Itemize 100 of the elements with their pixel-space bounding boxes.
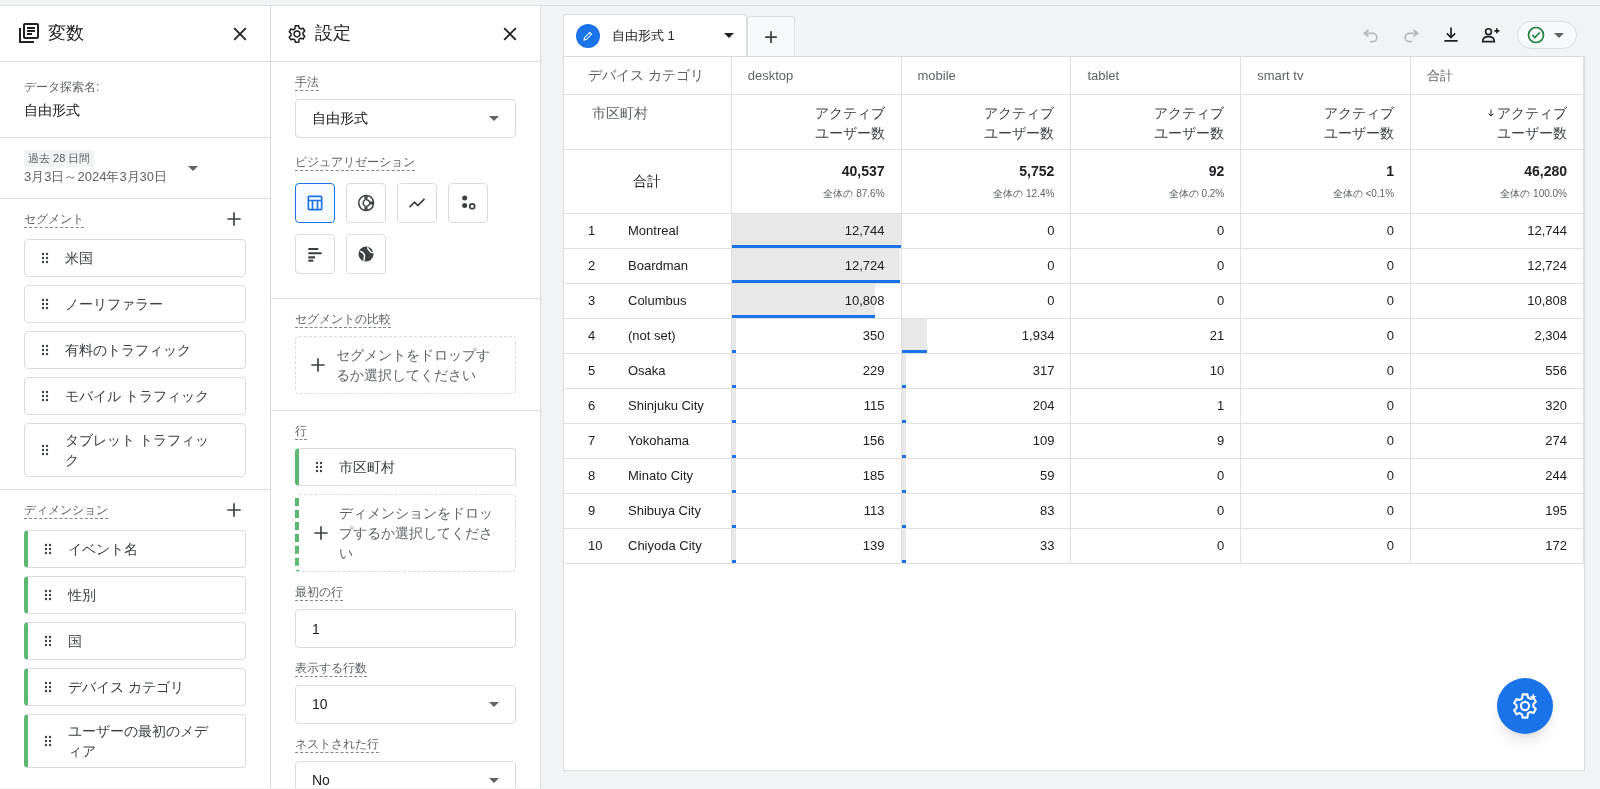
table-icon: [305, 193, 325, 213]
table-cell-text: 0: [1216, 291, 1226, 310]
table-cell: 2,304: [1410, 318, 1584, 353]
chip[interactable]: 米国: [24, 239, 246, 277]
table-cell-text: 33: [1038, 536, 1056, 555]
metric-header[interactable]: アクティブユーザー数: [1410, 94, 1584, 149]
drop-zone[interactable]: ディメンションをドロップするか選択してください: [295, 494, 516, 572]
dropdown-caret-icon: [489, 702, 499, 707]
table-cell-text: Shinjuku City: [628, 396, 704, 415]
chip[interactable]: ノーリファラー: [24, 285, 246, 323]
panel-title: 変数: [48, 22, 85, 45]
date-range-picker[interactable]: 過去 28 日間 3月3日～2024年3月30日: [0, 138, 270, 199]
dropdown[interactable]: No: [295, 761, 516, 788]
column-header: smart tv: [1240, 57, 1411, 94]
section-label: 手法: [295, 74, 319, 91]
total-value: 46,280: [1523, 162, 1567, 181]
plus-icon: [311, 523, 331, 543]
pie-chart-icon: [356, 193, 376, 213]
section-label: ネストされた行: [295, 736, 379, 753]
chip[interactable]: ユーザーの最初のメディア: [24, 714, 246, 768]
globe-icon: [356, 244, 376, 264]
table-cell-text: 0: [1385, 221, 1396, 240]
table-cell-text: 0: [1216, 466, 1226, 485]
table-cell-text: 1,934: [1020, 326, 1056, 345]
chip[interactable]: モバイル トラフィック: [24, 377, 246, 415]
table-cell-text: 115: [862, 396, 886, 415]
row-header: 市区町村: [564, 94, 732, 149]
metric-header[interactable]: アクティブユーザー数: [901, 94, 1071, 149]
total-value: 92: [1207, 162, 1225, 181]
table-cell-text: 0: [1385, 396, 1396, 415]
table-cell: 320: [1410, 388, 1584, 423]
table-cell-text: 0: [1385, 536, 1396, 555]
exploration-name[interactable]: 自由形式: [24, 100, 246, 121]
chip[interactable]: イベント名: [24, 530, 246, 568]
table-cell-text: 59: [1038, 466, 1056, 485]
section-label: セグメント: [24, 210, 84, 228]
chip[interactable]: 国: [24, 622, 246, 660]
table-cell-text: Osaka: [628, 361, 666, 380]
pencil-icon: [576, 23, 600, 48]
table-cell-text: 0: [1385, 326, 1396, 345]
chip[interactable]: デバイス カテゴリ: [24, 668, 246, 706]
table-cell-text: 185: [861, 466, 886, 485]
table-cell-text: 139: [861, 536, 886, 555]
column-header: mobile: [901, 57, 1071, 94]
chip[interactable]: 市区町村: [295, 448, 516, 486]
table-cell-text: Yokohama: [628, 431, 689, 450]
column-header: tablet: [1070, 57, 1241, 94]
table-cell-text: 10,808: [843, 291, 886, 310]
total-share: 全体の 100.0%: [1499, 187, 1567, 201]
column-header: desktop: [731, 57, 902, 94]
table-cell-text: 0: [1385, 361, 1396, 380]
table-cell-text: 204: [1031, 396, 1056, 415]
dropdown[interactable]: 10: [295, 685, 516, 724]
table-cell: 12,724: [1410, 248, 1584, 283]
table-cell-text: Boardman: [628, 256, 688, 275]
table-cell: 12,744: [1410, 213, 1584, 248]
table-cell-text: 0: [1385, 501, 1396, 520]
status-button[interactable]: [1517, 21, 1577, 49]
table-cell-text: (not set): [628, 326, 676, 345]
metric-header[interactable]: アクティブユーザー数: [1070, 94, 1241, 149]
table-cell-text: Shibuya City: [628, 501, 701, 520]
metric-header[interactable]: アクティブユーザー数: [1240, 94, 1411, 149]
column-header: デバイス カテゴリ: [564, 57, 732, 94]
gear-sparkle-icon: [1511, 692, 1539, 720]
chip[interactable]: タブレット トラフィック: [24, 423, 246, 477]
table-cell-text: 0: [1216, 501, 1226, 520]
row-number: 1: [588, 221, 597, 240]
row-number: 4: [588, 326, 597, 345]
drop-zone[interactable]: セグメントをドロップするか選択してください: [295, 336, 516, 394]
row-number: 6: [588, 396, 597, 415]
settings-icon: [287, 23, 307, 44]
plus-icon: [308, 355, 328, 375]
add-tab-button[interactable]: +: [747, 16, 795, 56]
table-cell-text: 12,724: [843, 256, 886, 275]
dropdown[interactable]: 自由形式: [295, 99, 516, 138]
table-cell-text: 156: [861, 431, 886, 450]
total-share: 全体の 0.2%: [1167, 187, 1225, 201]
chip[interactable]: 有料のトラフィック: [24, 331, 246, 369]
row-number: 8: [588, 466, 597, 485]
chip[interactable]: 性別: [24, 576, 246, 614]
table-cell: 244: [1410, 458, 1584, 493]
tab[interactable]: 自由形式 1: [563, 14, 747, 56]
table-cell-text: 229: [861, 361, 886, 380]
date-range-text: 3月3日～2024年3月30日: [24, 167, 169, 186]
table-cell: 172: [1410, 528, 1584, 563]
dropdown-caret-icon: [188, 165, 198, 171]
table-cell-text: 0: [1046, 291, 1056, 310]
metric-header[interactable]: アクティブユーザー数: [731, 94, 902, 149]
section-label: 表示する行数: [295, 660, 367, 677]
input-field[interactable]: 1: [295, 609, 516, 648]
row-number: 3: [588, 291, 597, 310]
total-value: 1: [1385, 162, 1395, 181]
total-value: 40,537: [840, 162, 885, 181]
dropdown-caret-icon: [724, 33, 734, 38]
total-share: 全体の 12.4%: [992, 187, 1055, 201]
table-cell-text: 10: [1208, 361, 1226, 380]
plus-icon: [224, 500, 244, 520]
row-number: 9: [588, 501, 597, 520]
total-value: 5,752: [1018, 162, 1055, 181]
field-label: データ探索名:: [24, 79, 101, 96]
